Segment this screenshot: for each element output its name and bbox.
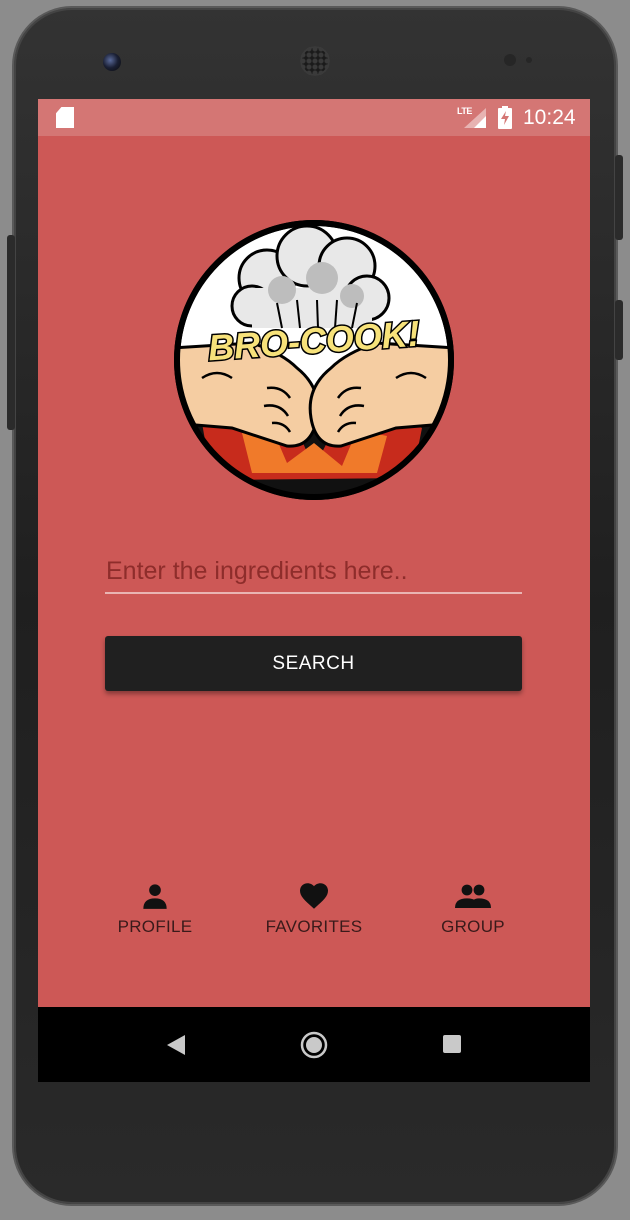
battery-charging-icon — [498, 106, 512, 129]
heart-icon — [300, 883, 328, 909]
app-screen: LTE 10:24 BRO-COOK! Enter the ingredient… — [38, 99, 590, 1082]
status-bar: LTE 10:24 — [38, 99, 590, 136]
front-camera — [103, 53, 121, 71]
search-button[interactable]: SEARCH — [105, 636, 522, 691]
light-sensor — [526, 57, 532, 63]
signal-icon — [464, 108, 486, 128]
nav-favorites[interactable]: FAVORITES — [239, 882, 389, 942]
status-time: 10:24 — [523, 106, 576, 129]
ingredients-input[interactable] — [105, 554, 522, 594]
bro-cook-logo: BRO-COOK! — [174, 220, 454, 500]
nav-favorites-label: FAVORITES — [265, 917, 363, 936]
power-button — [615, 155, 623, 240]
volume-rocker — [7, 235, 15, 430]
recents-icon[interactable] — [443, 1035, 461, 1053]
nav-profile-label: PROFILE — [117, 917, 193, 936]
back-icon[interactable] — [166, 1034, 186, 1056]
nav-group[interactable]: GROUP — [398, 882, 548, 942]
sd-card-icon — [56, 107, 74, 128]
side-button — [615, 300, 623, 360]
system-nav-bar — [38, 1007, 590, 1082]
nav-group-label: GROUP — [441, 917, 505, 936]
home-icon[interactable] — [300, 1031, 328, 1059]
earpiece-speaker — [300, 46, 330, 76]
proximity-sensor — [504, 54, 516, 66]
person-icon — [143, 884, 167, 909]
group-icon — [455, 884, 491, 908]
nav-profile[interactable]: PROFILE — [80, 882, 230, 942]
